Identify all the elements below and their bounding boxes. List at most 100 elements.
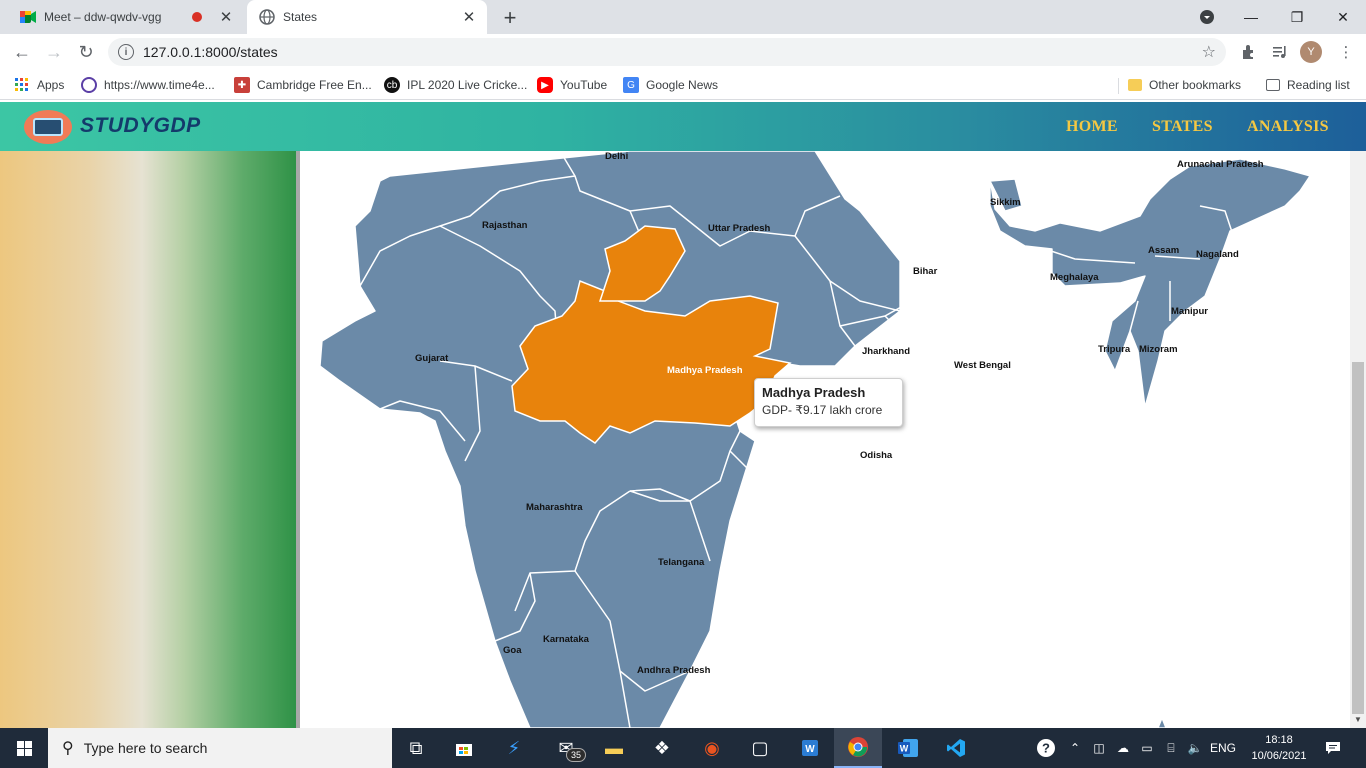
terminal-icon[interactable]: ▢ <box>736 728 784 768</box>
label-meghalaya: Meghalaya <box>1050 272 1099 283</box>
mail-icon[interactable]: ✉ 35 <box>542 728 590 768</box>
reading-list-icon <box>1266 79 1280 91</box>
bookmark-apps[interactable]: Apps <box>14 76 64 94</box>
label-jharkhand: Jharkhand <box>862 346 910 357</box>
restore-icon[interactable]: ❐ <box>1274 0 1320 34</box>
andaman-fragment <box>1157 717 1167 728</box>
meet-now-icon[interactable]: ◫ <box>1088 728 1110 768</box>
tab-title: States <box>283 10 318 24</box>
label-arunachal-pradesh: Arunachal Pradesh <box>1177 159 1264 170</box>
label-karnataka: Karnataka <box>543 634 590 645</box>
nav-states[interactable]: STATES <box>1152 118 1213 136</box>
clock-date: 10/06/2021 <box>1251 750 1307 762</box>
network-icon[interactable]: ⌸ <box>1160 728 1182 768</box>
chrome-icon[interactable] <box>834 728 882 768</box>
bookmark-time4e[interactable]: https://www.time4e... <box>81 76 215 94</box>
bookmark-google-news[interactable]: G Google News <box>623 76 718 94</box>
studygdp-logo-icon[interactable] <box>24 110 72 144</box>
taskbar-search[interactable]: ⚲ Type here to search <box>48 728 392 768</box>
nav-home[interactable]: HOME <box>1066 118 1118 136</box>
reading-list[interactable]: Reading list <box>1266 76 1350 94</box>
nav-analysis[interactable]: ANALYSIS <box>1247 118 1329 136</box>
minimize-icon[interactable]: — <box>1228 0 1274 34</box>
recording-icon <box>192 12 202 22</box>
label-maharashtra: Maharashtra <box>526 502 583 513</box>
label-rajasthan: Rajasthan <box>482 220 528 231</box>
onedrive-icon[interactable]: ☁ <box>1112 728 1134 768</box>
ubuntu-icon[interactable]: ◉ <box>688 728 736 768</box>
bookmark-star-icon[interactable]: ☆ <box>1202 42 1216 62</box>
search-placeholder: Type here to search <box>83 740 208 756</box>
word-online-icon[interactable]: W <box>786 728 834 768</box>
address-bar[interactable]: i 127.0.0.1:8000/states ☆ <box>108 38 1226 66</box>
close-tab-icon[interactable]: ✕ <box>216 8 236 26</box>
label-mizoram: Mizoram <box>1139 344 1178 355</box>
india-states-map[interactable]: Delhi Rajasthan Uttar Pradesh Arunachal … <box>300 151 1350 728</box>
url-text: 127.0.0.1:8000/states <box>143 44 278 60</box>
help-icon[interactable]: ? <box>1032 728 1060 768</box>
label-goa: Goa <box>503 645 522 656</box>
back-icon[interactable]: ← <box>8 38 36 66</box>
store-icon[interactable] <box>440 728 488 768</box>
forward-icon[interactable]: → <box>40 38 68 66</box>
label-assam: Assam <box>1148 245 1179 256</box>
tab-meet[interactable]: Meet – ddw-qwdv-vgg ✕ <box>8 0 244 34</box>
bookmark-other[interactable]: Other bookmarks <box>1128 76 1241 94</box>
new-tab-button[interactable]: + <box>498 5 522 31</box>
tab-search-icon[interactable] <box>1184 0 1230 34</box>
bookmark-label: YouTube <box>560 78 608 92</box>
bookmark-separator <box>1118 78 1119 94</box>
bookmark-label: https://www.time4e... <box>104 78 215 92</box>
tab-states[interactable]: States ✕ <box>247 0 487 34</box>
close-tab-icon[interactable]: ✕ <box>459 8 479 26</box>
menu-icon[interactable]: ⋮ <box>1336 42 1356 62</box>
start-button[interactable] <box>0 728 48 768</box>
reload-icon[interactable]: ↻ <box>72 38 100 66</box>
label-andhra-pradesh: Andhra Pradesh <box>637 665 711 676</box>
language-indicator[interactable]: ENG <box>1208 728 1238 768</box>
notifications-icon[interactable] <box>1318 728 1348 768</box>
label-uttar-pradesh: Uttar Pradesh <box>708 223 770 234</box>
bookmark-label: Other bookmarks <box>1149 78 1242 92</box>
label-bihar: Bihar <box>913 266 938 277</box>
close-window-icon[interactable]: ✕ <box>1320 0 1366 34</box>
taskbar-clock[interactable]: 18:18 10/06/2021 <box>1244 732 1314 764</box>
apps-grid-icon <box>14 77 30 93</box>
browser-toolbar: ← → ↻ i 127.0.0.1:8000/states ☆ ⋮ <box>0 34 1366 70</box>
label-gujarat: Gujarat <box>415 353 449 364</box>
google-news-icon: G <box>623 77 639 93</box>
cambridge-shield-icon: ✚ <box>234 77 250 93</box>
label-manipur: Manipur <box>1171 306 1208 317</box>
power-automate-icon[interactable]: ⚡ <box>490 728 538 768</box>
cricbuzz-icon: cb <box>384 77 400 93</box>
scrollbar-thumb[interactable] <box>1352 362 1364 714</box>
bookmark-cambridge[interactable]: ✚ Cambridge Free En... <box>234 76 372 94</box>
file-explorer-icon[interactable]: ▬ <box>590 728 638 768</box>
site-header: STUDYGDP HOME STATES ANALYSIS <box>0 102 1366 151</box>
extensions-icon[interactable] <box>1238 42 1258 62</box>
windows-logo-icon <box>16 740 32 756</box>
clock-time: 18:18 <box>1265 734 1293 746</box>
google-meet-icon <box>20 9 36 25</box>
tab-title: Meet – ddw-qwdv-vgg <box>44 10 162 24</box>
word-icon[interactable]: W <box>884 728 932 768</box>
profile-avatar[interactable]: Y <box>1300 41 1322 63</box>
bookmark-ipl[interactable]: cb IPL 2020 Live Cricke... <box>384 76 527 94</box>
vscode-icon[interactable] <box>932 728 980 768</box>
youtube-icon: ▶ <box>537 77 553 93</box>
dropbox-icon[interactable]: ❖ <box>638 728 686 768</box>
site-info-icon[interactable]: i <box>118 44 134 60</box>
show-hidden-icons-icon[interactable]: ⌃ <box>1064 728 1086 768</box>
scroll-down-arrow-icon[interactable]: ▼ <box>1350 712 1366 728</box>
media-control-icon[interactable] <box>1270 42 1290 62</box>
volume-icon[interactable]: 🔈 <box>1184 728 1206 768</box>
site-brand[interactable]: STUDYGDP <box>80 114 201 138</box>
battery-icon[interactable]: ▭ <box>1136 728 1158 768</box>
task-view-icon[interactable]: ⧉ <box>392 728 440 768</box>
tab-strip: Meet – ddw-qwdv-vgg ✕ States ✕ + — ❐ ✕ <box>0 0 1366 34</box>
bookmark-label: Cambridge Free En... <box>257 78 372 92</box>
windows-taskbar: ⚲ Type here to search ⧉ ⚡ ✉ 35 ▬ ❖ ◉ ▢ W … <box>0 728 1366 768</box>
bookmark-youtube[interactable]: ▶ YouTube <box>537 76 607 94</box>
search-icon: ⚲ <box>62 740 74 757</box>
label-odisha: Odisha <box>860 450 893 461</box>
